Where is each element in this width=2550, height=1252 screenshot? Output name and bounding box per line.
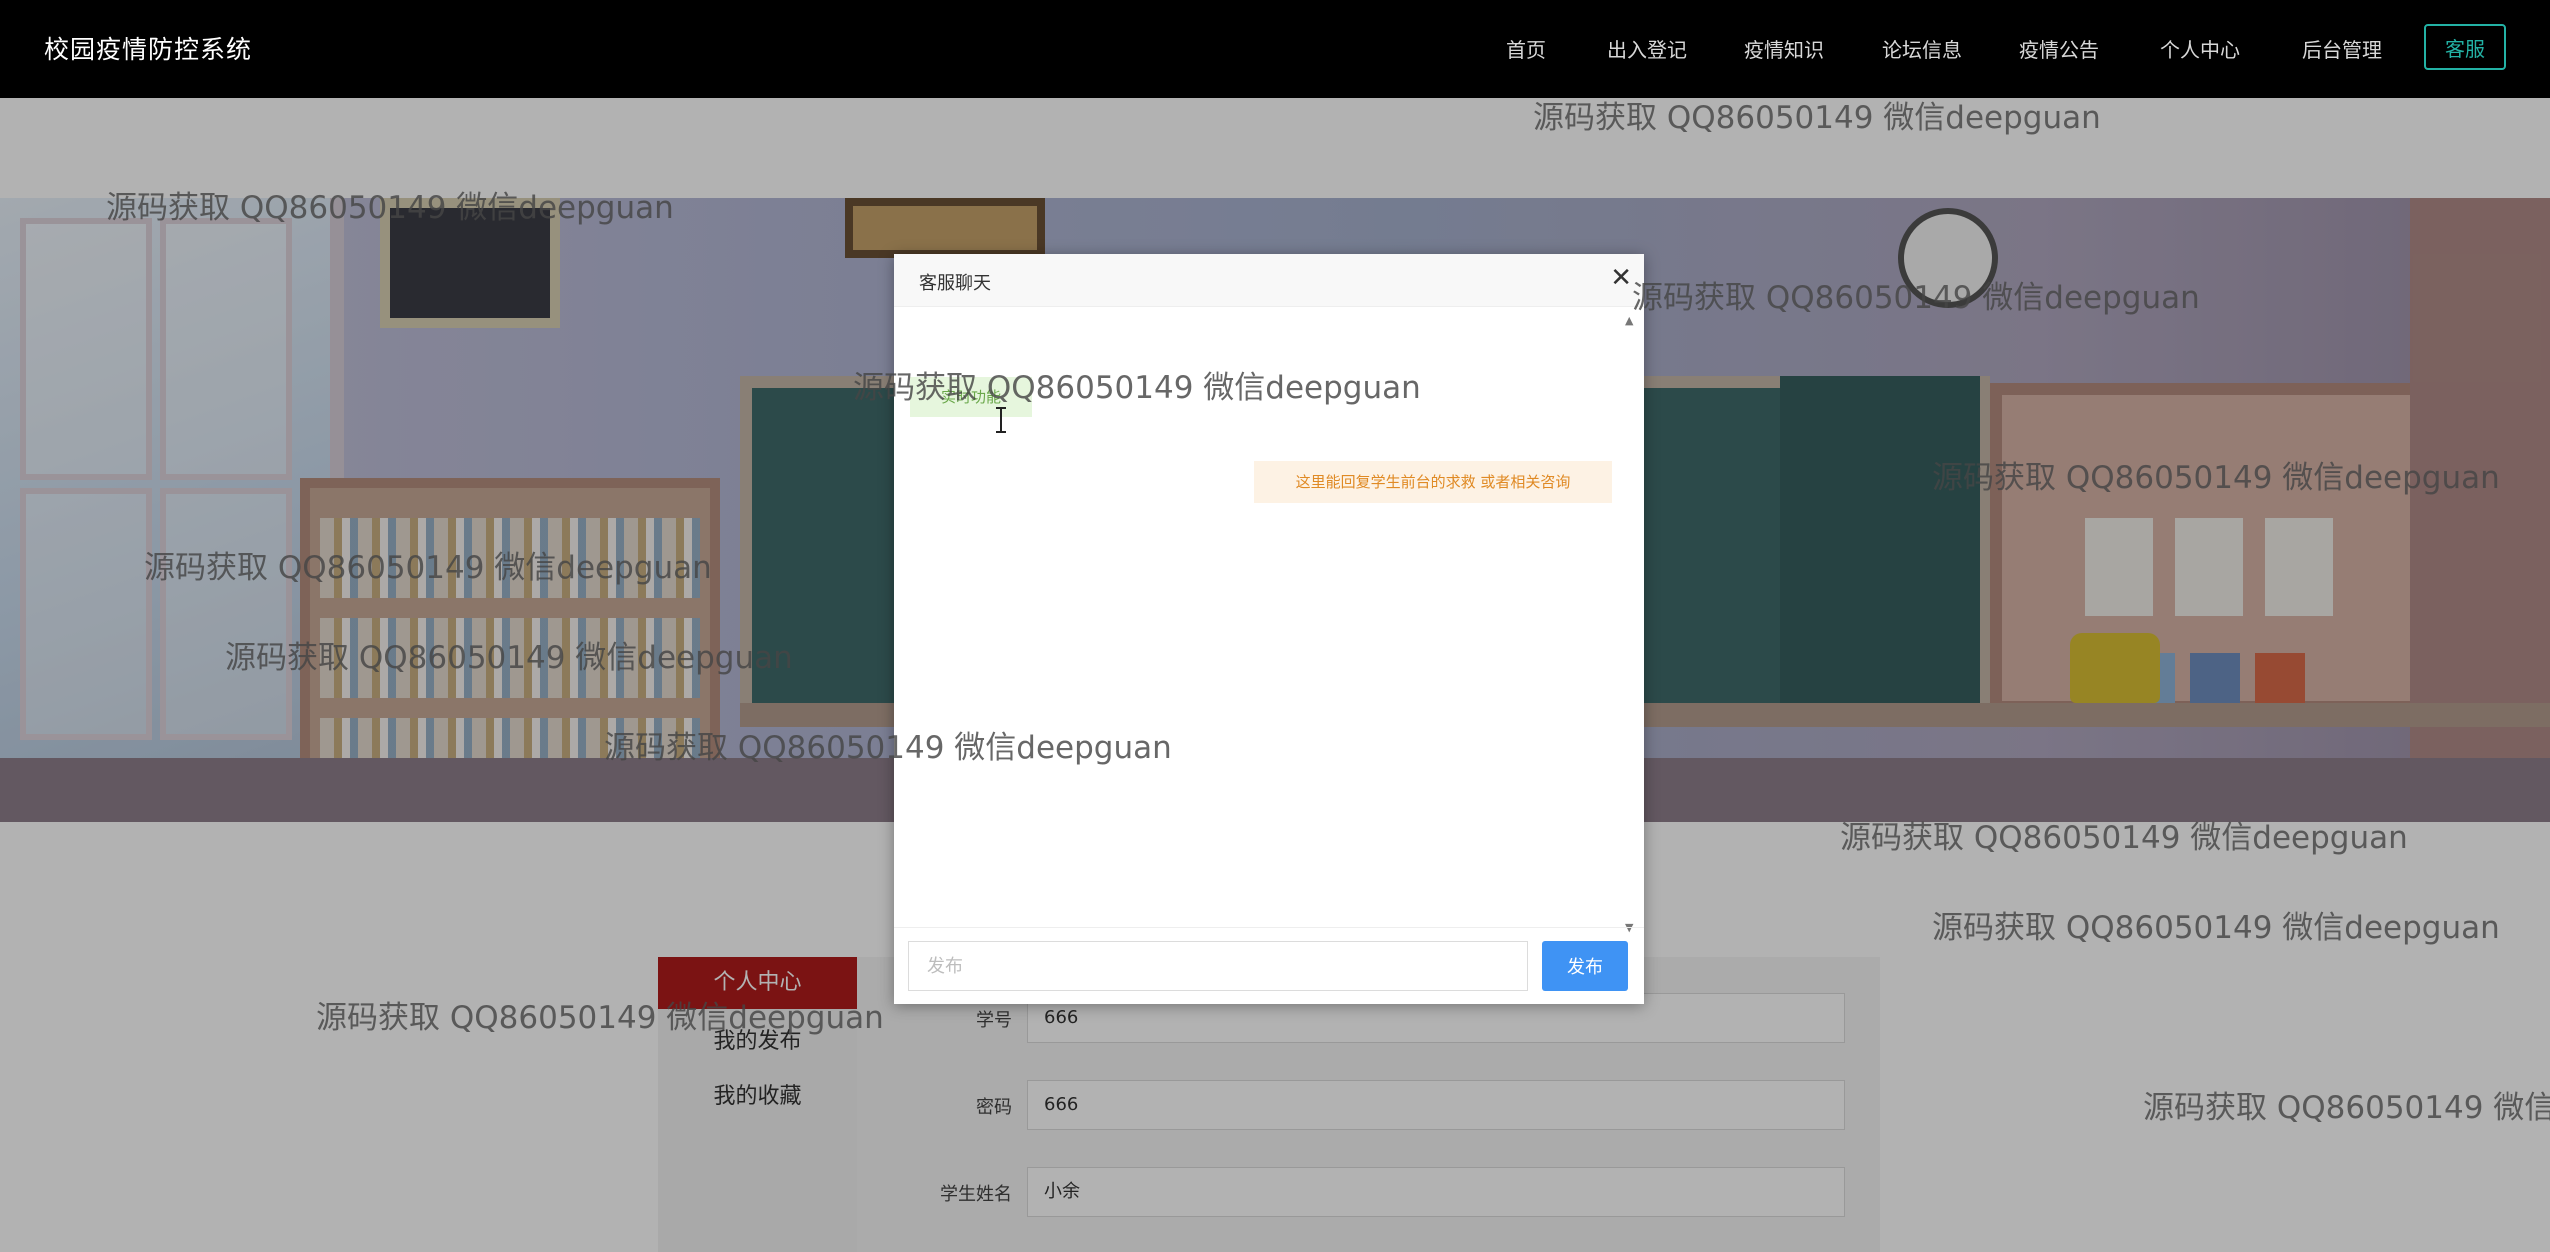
watermark-text: 源码获取 QQ86050149 微信d — [2143, 1090, 2550, 1126]
chat-message-input[interactable] — [908, 941, 1528, 991]
watermark-text: 源码获取 QQ86050149 微信deepguan — [225, 640, 793, 676]
nav-personal-center[interactable]: 个人中心 — [2160, 34, 2240, 63]
nav-admin[interactable]: 后台管理 — [2302, 34, 2382, 63]
close-icon[interactable]: ✕ — [1610, 264, 1632, 292]
dialog-header: 客服聊天 ✕ — [894, 254, 1644, 307]
watermark-text: 源码获取 QQ86050149 微信deepguan — [1533, 100, 2101, 136]
nav-epidemic-knowledge[interactable]: 疫情知识 — [1744, 34, 1824, 63]
site-brand[interactable]: 校园疫情防控系统 — [44, 30, 252, 66]
nav-home[interactable]: 首页 — [1506, 34, 1546, 63]
chat-input-bar: 发布 — [894, 927, 1644, 1004]
send-message-button[interactable]: 发布 — [1542, 941, 1628, 991]
watermark-text: 源码获取 QQ86050149 微信deepguan — [1932, 460, 2500, 496]
watermark-text: 源码获取 QQ86050149 微信deepguan — [106, 190, 674, 226]
customer-service-button[interactable]: 客服 — [2424, 24, 2506, 70]
watermark-text: 源码获取 QQ86050149 微信deepguan — [144, 550, 712, 586]
watermark-text: 源码获取 QQ86050149 微信deepguan — [853, 370, 1421, 406]
chat-message-sent: 这里能回复学生前台的求救 或者相关咨询 — [1254, 461, 1612, 503]
nav-announcements[interactable]: 疫情公告 — [2019, 34, 2099, 63]
watermark-text: 源码获取 QQ86050149 微信deepguan — [316, 1000, 884, 1036]
watermark-text: 源码获取 QQ86050149 微信deepguan — [1632, 280, 2200, 316]
watermark-text: 源码获取 QQ86050149 微信deepguan — [1932, 910, 2500, 946]
dialog-title: 客服聊天 — [919, 273, 991, 294]
chat-scrollbar[interactable]: ▲ ▼ — [1625, 314, 1641, 934]
nav-entry-registration[interactable]: 出入登记 — [1607, 34, 1687, 63]
watermark-text: 源码获取 QQ86050149 微信deepguan — [1840, 820, 2408, 856]
text-cursor-icon — [996, 407, 1006, 433]
top-navbar: 校园疫情防控系统 首页 出入登记 疫情知识 论坛信息 疫情公告 个人中心 后台管… — [0, 0, 2550, 98]
nav-forum[interactable]: 论坛信息 — [1882, 34, 1962, 63]
watermark-text: 源码获取 QQ86050149 微信deepguan — [604, 730, 1172, 766]
